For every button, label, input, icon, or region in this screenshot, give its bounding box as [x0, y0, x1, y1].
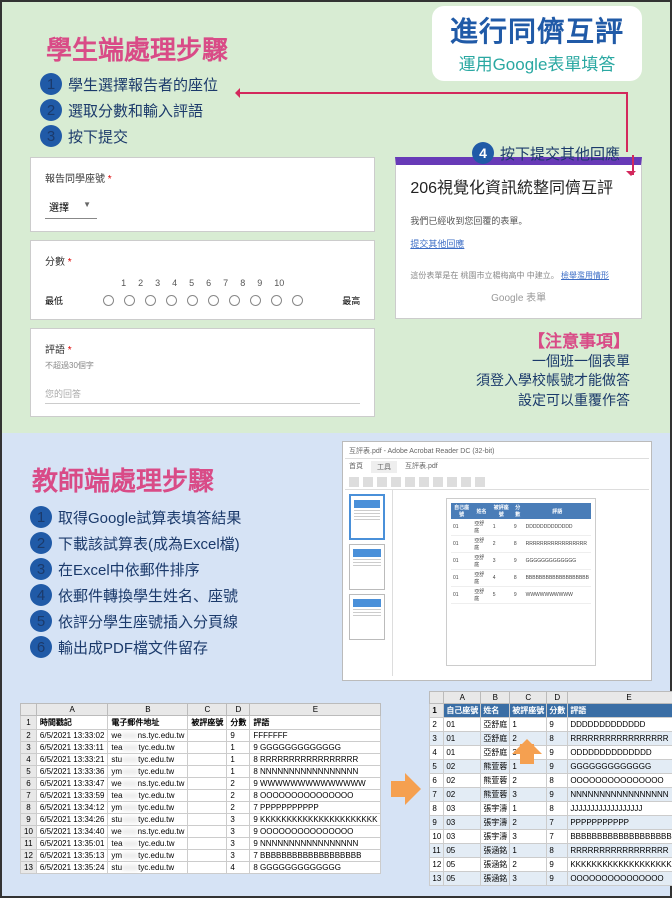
step-4: 4 按下提交其他回應 — [472, 142, 620, 164]
adobe-tab[interactable]: 互評表.pdf — [405, 461, 438, 473]
adobe-toolbar — [345, 475, 649, 490]
report-abuse-link[interactable]: 檢舉濫用情形 — [561, 271, 609, 280]
page-thumb[interactable] — [349, 544, 385, 590]
seat-select[interactable]: 選擇 — [45, 195, 97, 219]
page-thumb[interactable] — [349, 594, 385, 640]
tool-icon[interactable] — [363, 477, 373, 487]
excel-result-table: ABCDE 1自己座號姓名被評座號分數評語201亞舒庭19DDDDDDDDDDD… — [429, 691, 672, 886]
tool-icon[interactable] — [405, 477, 415, 487]
step-text: 依評分學生座號插入分頁線 — [58, 611, 238, 632]
arrow-up-icon — [512, 724, 540, 764]
step-num: 2 — [30, 532, 52, 554]
confirm-title: 206視覺化資訊統整同儕互評 — [410, 179, 627, 200]
score-radio[interactable] — [292, 295, 303, 306]
google-form-preview: 報告同學座號 * 選擇 分數 * 12345678910 最低 最高 評語 * … — [30, 157, 375, 425]
page-thumb[interactable] — [349, 494, 385, 540]
pdf-page: 自己座號姓名被評座號分數評語01亞舒庭19DDDDDDDDDDDDD01亞舒庭2… — [446, 498, 596, 666]
score-radio[interactable] — [208, 295, 219, 306]
step-num: 5 — [30, 610, 52, 632]
score-radio[interactable] — [124, 295, 135, 306]
step-text: 輸出成PDF檔文件留存 — [58, 637, 208, 658]
score-radio[interactable] — [103, 295, 114, 306]
comment-hint: 不超過30個字 — [45, 360, 360, 371]
step-text: 取得Google試算表填答結果 — [58, 507, 241, 528]
tool-icon[interactable] — [377, 477, 387, 487]
score-num: 5 — [189, 278, 194, 288]
tool-icon[interactable] — [461, 477, 471, 487]
adobe-tab[interactable]: 首頁 — [349, 461, 363, 473]
notice-block: 【注意事項】 一個班一個表單 須登入學校帳號才能做答 設定可以重覆作答 — [395, 327, 630, 411]
google-forms-logo: Google 表單 — [410, 289, 627, 304]
comment-label: 評語 — [45, 345, 65, 356]
arrow-right-icon — [391, 769, 419, 809]
step-num: 1 — [30, 506, 52, 528]
score-num: 2 — [138, 278, 143, 288]
score-radio[interactable] — [271, 295, 282, 306]
adobe-reader-preview: 互評表.pdf - Adobe Acrobat Reader DC (32-bi… — [342, 441, 652, 681]
tool-icon[interactable] — [447, 477, 457, 487]
banner-main: 進行同儕互評 — [450, 10, 624, 50]
score-radio[interactable] — [187, 295, 198, 306]
submit-another-link[interactable]: 提交其他回應 — [410, 237, 464, 250]
tool-icon[interactable] — [349, 477, 359, 487]
step-num: 6 — [30, 636, 52, 658]
comment-input[interactable]: 您的回答 — [45, 387, 360, 404]
notice-title: 【注意事項】 — [395, 327, 630, 352]
confirm-msg: 我們已經收到您回覆的表單。 — [410, 214, 627, 227]
adobe-tab[interactable]: 工具 — [371, 461, 397, 473]
score-radio[interactable] — [229, 295, 240, 306]
score-label: 分數 — [45, 257, 65, 268]
excel-raw-table: ABCDE1時間戳記電子郵件地址被評座號分數評語 26/5/2021 13:33… — [20, 703, 381, 874]
step-num: 1 — [40, 73, 62, 95]
score-num: 8 — [240, 278, 245, 288]
score-num: 9 — [257, 278, 262, 288]
score-num: 4 — [172, 278, 177, 288]
adobe-titlebar: 互評表.pdf - Adobe Acrobat Reader DC (32-bi… — [345, 444, 649, 459]
score-high: 最高 — [342, 294, 360, 307]
step-num: 2 — [40, 99, 62, 121]
step-num: 4 — [472, 142, 494, 164]
tool-icon[interactable] — [475, 477, 485, 487]
step-num: 4 — [30, 584, 52, 606]
tool-icon[interactable] — [433, 477, 443, 487]
step-text: 學生選擇報告者的座位 — [68, 74, 218, 95]
score-radio[interactable] — [166, 295, 177, 306]
tool-icon[interactable] — [391, 477, 401, 487]
step-num: 3 — [30, 558, 52, 580]
score-num: 6 — [206, 278, 211, 288]
score-num: 3 — [155, 278, 160, 288]
confirmation-card: 206視覺化資訊統整同儕互評 我們已經收到您回覆的表單。 提交其他回應 這份表單… — [395, 157, 642, 319]
step-text: 在Excel中依郵件排序 — [58, 559, 200, 580]
banner-sub: 運用Google表單填答 — [450, 50, 624, 75]
required-star: * — [108, 174, 112, 185]
teacher-title: 教師端處理步驟 — [32, 461, 324, 498]
step-text: 下載該試算表(成為Excel檔) — [58, 533, 240, 554]
arrow-down — [622, 155, 634, 175]
step-text: 依郵件轉換學生姓名、座號 — [58, 585, 238, 606]
score-num: 7 — [223, 278, 228, 288]
step-text: 按下提交其他回應 — [500, 143, 620, 164]
score-num: 10 — [274, 278, 284, 288]
tool-icon[interactable] — [419, 477, 429, 487]
thumbnail-panel — [345, 490, 393, 676]
title-banner: 進行同儕互評 運用Google表單填答 — [432, 6, 642, 81]
score-radio[interactable] — [250, 295, 261, 306]
seat-label: 報告同學座號 — [45, 174, 105, 185]
step-text: 選取分數和輸入評語 — [68, 100, 203, 121]
step-num: 3 — [40, 125, 62, 147]
score-radio[interactable] — [145, 295, 156, 306]
score-num: 1 — [121, 278, 126, 288]
step-text: 按下提交 — [68, 126, 128, 147]
score-low: 最低 — [45, 294, 63, 307]
